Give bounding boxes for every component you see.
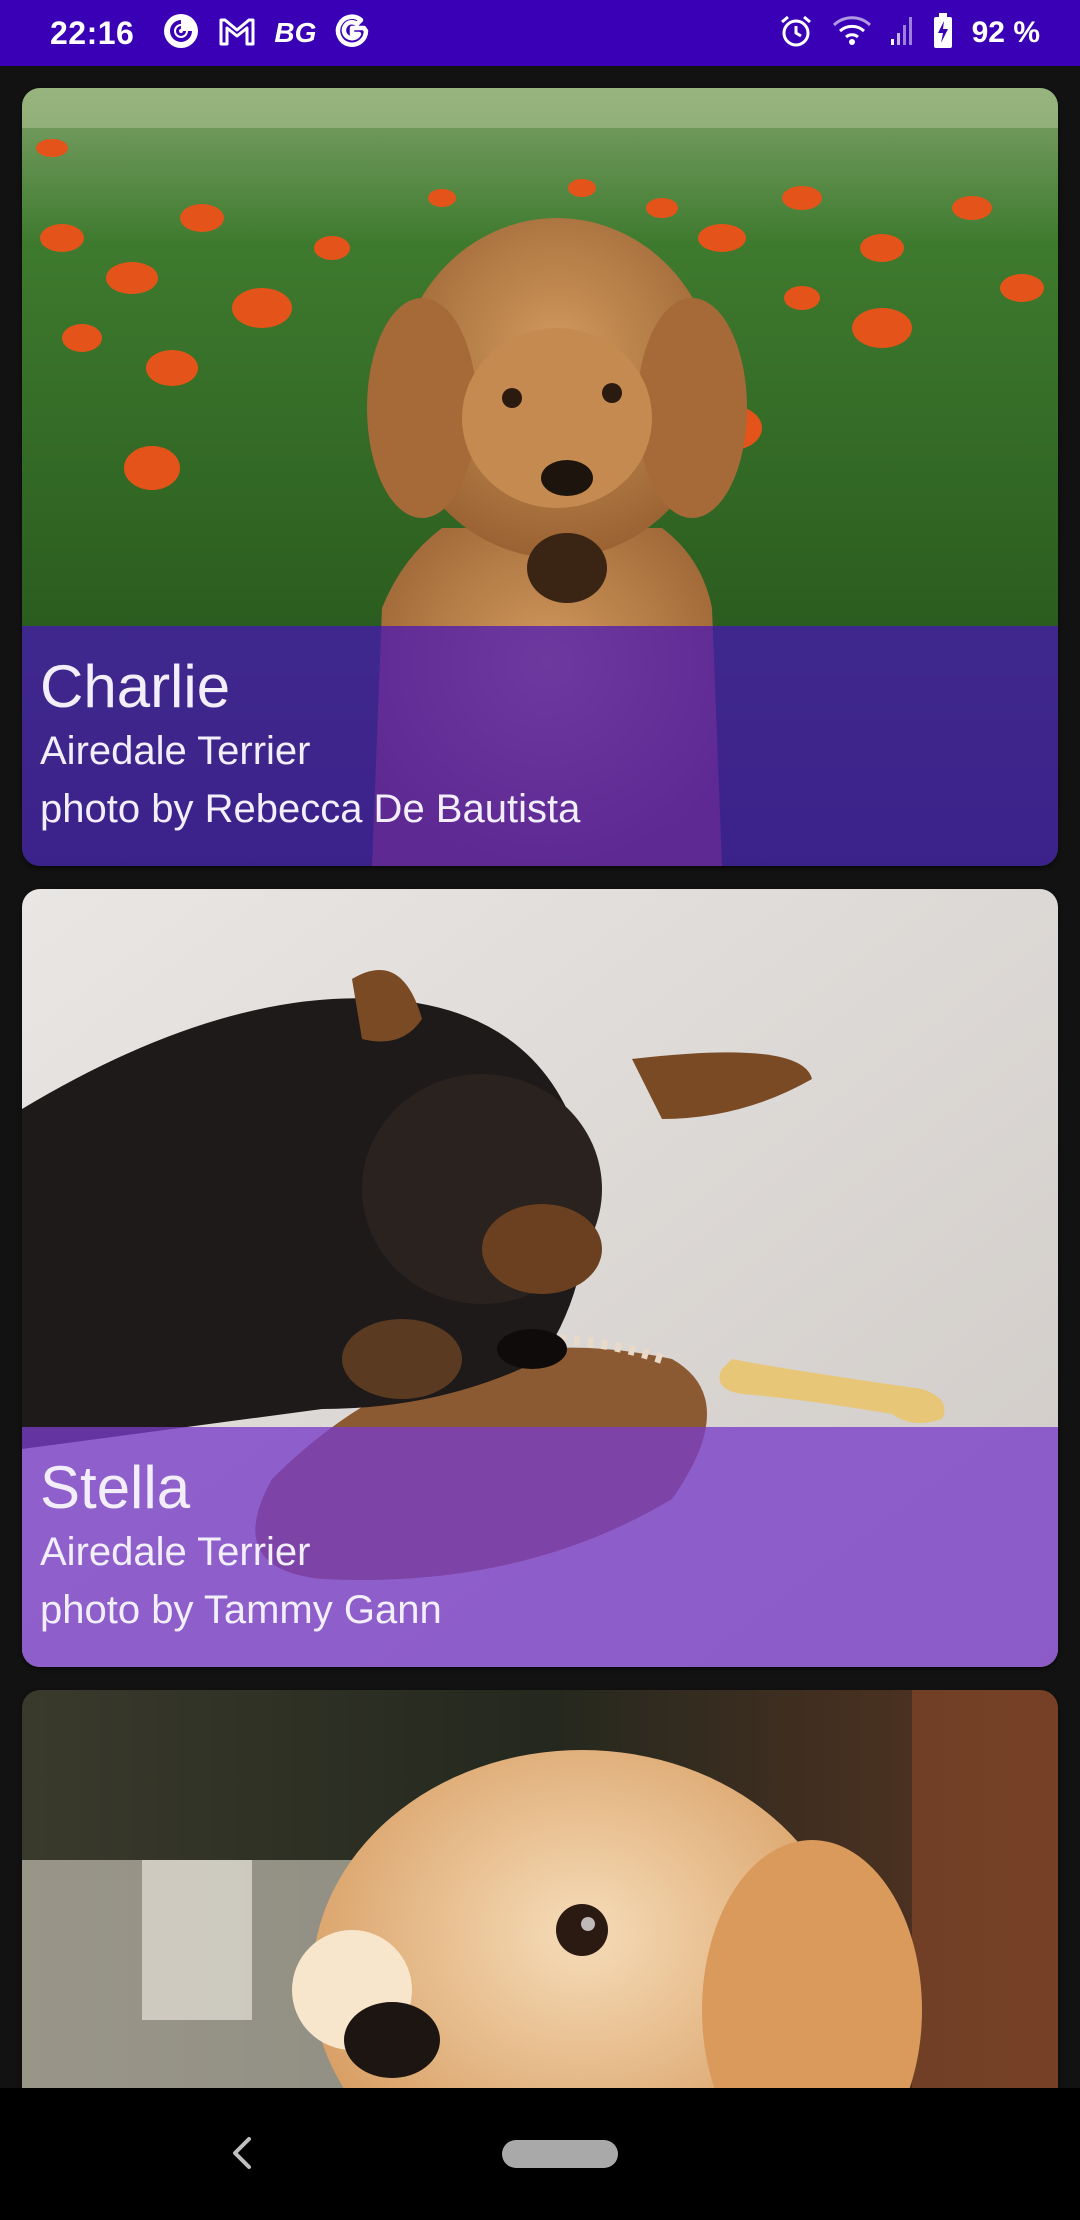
signal-icon bbox=[890, 15, 914, 52]
dog-breed: Airedale Terrier bbox=[40, 729, 311, 773]
pocket-casts-icon bbox=[162, 12, 200, 55]
battery-percent: 92 % bbox=[971, 16, 1040, 49]
dog-breed: Airedale Terrier bbox=[40, 1530, 311, 1574]
dog-info-stella: Stella Airedale Terrier photo by Tammy G… bbox=[22, 1427, 1058, 1667]
home-pill[interactable] bbox=[502, 2140, 618, 2168]
battery-charging-icon bbox=[932, 12, 954, 55]
navigation-bar bbox=[0, 2088, 1080, 2220]
gmail-icon bbox=[218, 16, 256, 51]
dog-card-3[interactable] bbox=[22, 1690, 1058, 2088]
google-icon bbox=[334, 13, 370, 54]
alarm-icon bbox=[778, 13, 814, 54]
dog-card-stella[interactable]: Stella Airedale Terrier photo by Tammy G… bbox=[22, 889, 1058, 1667]
photo-credit: photo by Rebecca De Bautista bbox=[40, 787, 581, 831]
dog-name: Charlie bbox=[40, 653, 231, 720]
wifi-icon bbox=[832, 15, 872, 52]
photo-credit: photo by Tammy Gann bbox=[40, 1588, 442, 1632]
dog-list[interactable]: Charlie Airedale Terrier photo by Rebecc… bbox=[0, 66, 1080, 2088]
back-icon[interactable] bbox=[222, 2128, 262, 2178]
dog-photo-3 bbox=[22, 1690, 1058, 2088]
dog-name: Stella bbox=[40, 1454, 191, 1521]
dog-info-charlie: Charlie Airedale Terrier photo by Rebecc… bbox=[22, 626, 1058, 866]
system-icons: 92 % bbox=[778, 12, 1040, 55]
bg-app-icon: BG bbox=[274, 17, 317, 48]
notification-icons: BG bbox=[162, 12, 370, 55]
status-bar: 22:16 BG 92 % bbox=[0, 0, 1080, 66]
status-time: 22:16 bbox=[50, 14, 135, 51]
dog-card-charlie[interactable]: Charlie Airedale Terrier photo by Rebecc… bbox=[22, 88, 1058, 866]
